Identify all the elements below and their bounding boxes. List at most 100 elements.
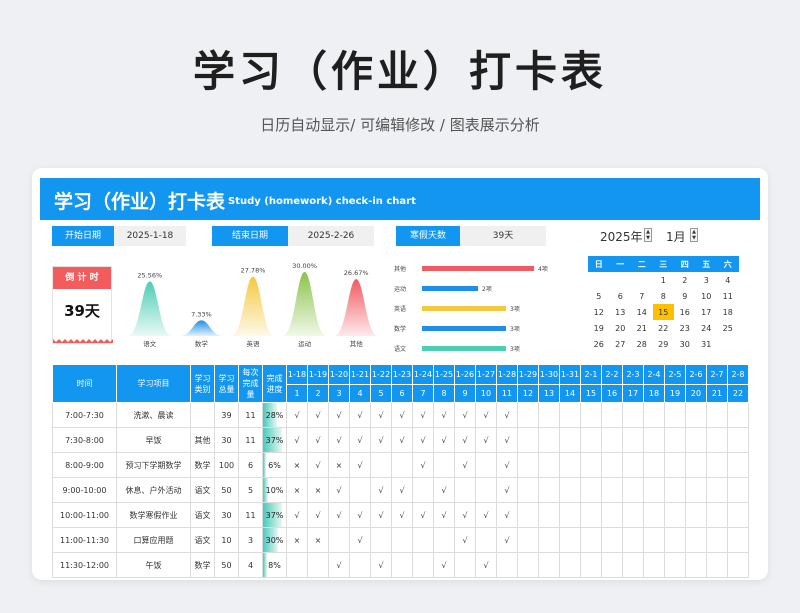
empty-mark-cell[interactable]	[559, 477, 581, 503]
check-mark-cell[interactable]: √	[370, 477, 392, 503]
calendar-day[interactable]: 7	[631, 288, 653, 304]
check-mark-cell[interactable]: √	[370, 502, 392, 528]
empty-mark-cell[interactable]	[622, 427, 644, 453]
empty-mark-cell[interactable]	[727, 452, 749, 478]
empty-mark-cell[interactable]	[391, 552, 413, 578]
empty-mark-cell[interactable]	[538, 427, 560, 453]
empty-mark-cell[interactable]	[706, 402, 728, 428]
year-selector[interactable]: 2025年	[600, 228, 643, 245]
calendar-day[interactable]: 3	[696, 272, 718, 288]
check-mark-cell[interactable]: √	[454, 502, 476, 528]
check-mark-cell[interactable]: √	[433, 477, 455, 503]
cross-mark-cell[interactable]: ×	[307, 527, 329, 553]
empty-mark-cell[interactable]	[391, 452, 413, 478]
calendar-day[interactable]: 9	[674, 288, 696, 304]
calendar-day[interactable]: 16	[674, 304, 696, 320]
empty-mark-cell[interactable]	[475, 527, 497, 553]
cross-mark-cell[interactable]: ×	[328, 452, 350, 478]
empty-mark-cell[interactable]	[664, 427, 686, 453]
empty-mark-cell[interactable]	[727, 502, 749, 528]
empty-mark-cell[interactable]	[601, 552, 623, 578]
cell-total[interactable]: 10	[214, 527, 239, 553]
empty-mark-cell[interactable]	[349, 552, 371, 578]
calendar-day[interactable]: 29	[653, 336, 675, 352]
empty-mark-cell[interactable]	[328, 527, 350, 553]
empty-mark-cell[interactable]	[517, 502, 539, 528]
empty-mark-cell[interactable]	[538, 452, 560, 478]
empty-mark-cell[interactable]	[580, 527, 602, 553]
calendar-day[interactable]: 13	[610, 304, 632, 320]
empty-mark-cell[interactable]	[601, 452, 623, 478]
cross-mark-cell[interactable]: ×	[286, 527, 308, 553]
cell-item[interactable]: 数学寒假作业	[116, 502, 191, 528]
calendar-day[interactable]: 19	[588, 320, 610, 336]
empty-mark-cell[interactable]	[685, 427, 707, 453]
empty-mark-cell[interactable]	[559, 402, 581, 428]
calendar-day[interactable]: 14	[631, 304, 653, 320]
cell-category[interactable]: 语文	[190, 477, 215, 503]
empty-mark-cell[interactable]	[727, 552, 749, 578]
empty-mark-cell[interactable]	[727, 477, 749, 503]
empty-mark-cell[interactable]	[517, 427, 539, 453]
cell-total[interactable]: 100	[214, 452, 239, 478]
empty-mark-cell[interactable]	[286, 552, 308, 578]
cell-time[interactable]: 7:30-8:00	[52, 427, 117, 453]
check-mark-cell[interactable]: √	[328, 502, 350, 528]
empty-mark-cell[interactable]	[517, 402, 539, 428]
check-mark-cell[interactable]: √	[496, 527, 518, 553]
empty-mark-cell[interactable]	[391, 527, 413, 553]
check-mark-cell[interactable]: √	[412, 427, 434, 453]
empty-mark-cell[interactable]	[349, 477, 371, 503]
check-mark-cell[interactable]: √	[391, 427, 413, 453]
empty-mark-cell[interactable]	[664, 402, 686, 428]
calendar-day[interactable]: 25	[717, 320, 739, 336]
empty-mark-cell[interactable]	[433, 527, 455, 553]
calendar-day[interactable]: 30	[674, 336, 696, 352]
calendar-day[interactable]: 10	[696, 288, 718, 304]
empty-mark-cell[interactable]	[664, 477, 686, 503]
empty-mark-cell[interactable]	[307, 552, 329, 578]
empty-mark-cell[interactable]	[559, 502, 581, 528]
empty-mark-cell[interactable]	[580, 452, 602, 478]
check-mark-cell[interactable]: √	[412, 402, 434, 428]
calendar-day[interactable]: 21	[631, 320, 653, 336]
check-mark-cell[interactable]: √	[475, 427, 497, 453]
empty-mark-cell[interactable]	[412, 527, 434, 553]
empty-mark-cell[interactable]	[601, 402, 623, 428]
cell-item[interactable]: 早饭	[116, 427, 191, 453]
cell-daily[interactable]: 6	[238, 452, 263, 478]
cell-time[interactable]: 10:00-11:00	[52, 502, 117, 528]
empty-mark-cell[interactable]	[727, 402, 749, 428]
calendar-day[interactable]: 31	[696, 336, 718, 352]
cell-time[interactable]: 8:00-9:00	[52, 452, 117, 478]
cell-item[interactable]: 预习下学期数学	[116, 452, 191, 478]
cell-daily[interactable]: 11	[238, 402, 263, 428]
check-mark-cell[interactable]: √	[349, 452, 371, 478]
empty-mark-cell[interactable]	[475, 452, 497, 478]
check-mark-cell[interactable]: √	[328, 477, 350, 503]
check-mark-cell[interactable]: √	[391, 477, 413, 503]
check-mark-cell[interactable]: √	[454, 402, 476, 428]
check-mark-cell[interactable]: √	[370, 402, 392, 428]
cell-daily[interactable]: 4	[238, 552, 263, 578]
cell-total[interactable]: 30	[214, 502, 239, 528]
empty-mark-cell[interactable]	[559, 527, 581, 553]
check-mark-cell[interactable]: √	[391, 502, 413, 528]
check-mark-cell[interactable]: √	[496, 452, 518, 478]
empty-mark-cell[interactable]	[454, 552, 476, 578]
cell-category[interactable]: 语文	[190, 527, 215, 553]
check-mark-cell[interactable]: √	[328, 552, 350, 578]
empty-mark-cell[interactable]	[517, 527, 539, 553]
empty-mark-cell[interactable]	[559, 427, 581, 453]
empty-mark-cell[interactable]	[538, 552, 560, 578]
empty-mark-cell[interactable]	[622, 502, 644, 528]
empty-mark-cell[interactable]	[622, 552, 644, 578]
cell-item[interactable]: 口算应用题	[116, 527, 191, 553]
empty-mark-cell[interactable]	[706, 552, 728, 578]
empty-mark-cell[interactable]	[643, 402, 665, 428]
check-mark-cell[interactable]: √	[475, 402, 497, 428]
empty-mark-cell[interactable]	[706, 427, 728, 453]
empty-mark-cell[interactable]	[538, 527, 560, 553]
empty-mark-cell[interactable]	[580, 552, 602, 578]
calendar-day[interactable]: 23	[674, 320, 696, 336]
